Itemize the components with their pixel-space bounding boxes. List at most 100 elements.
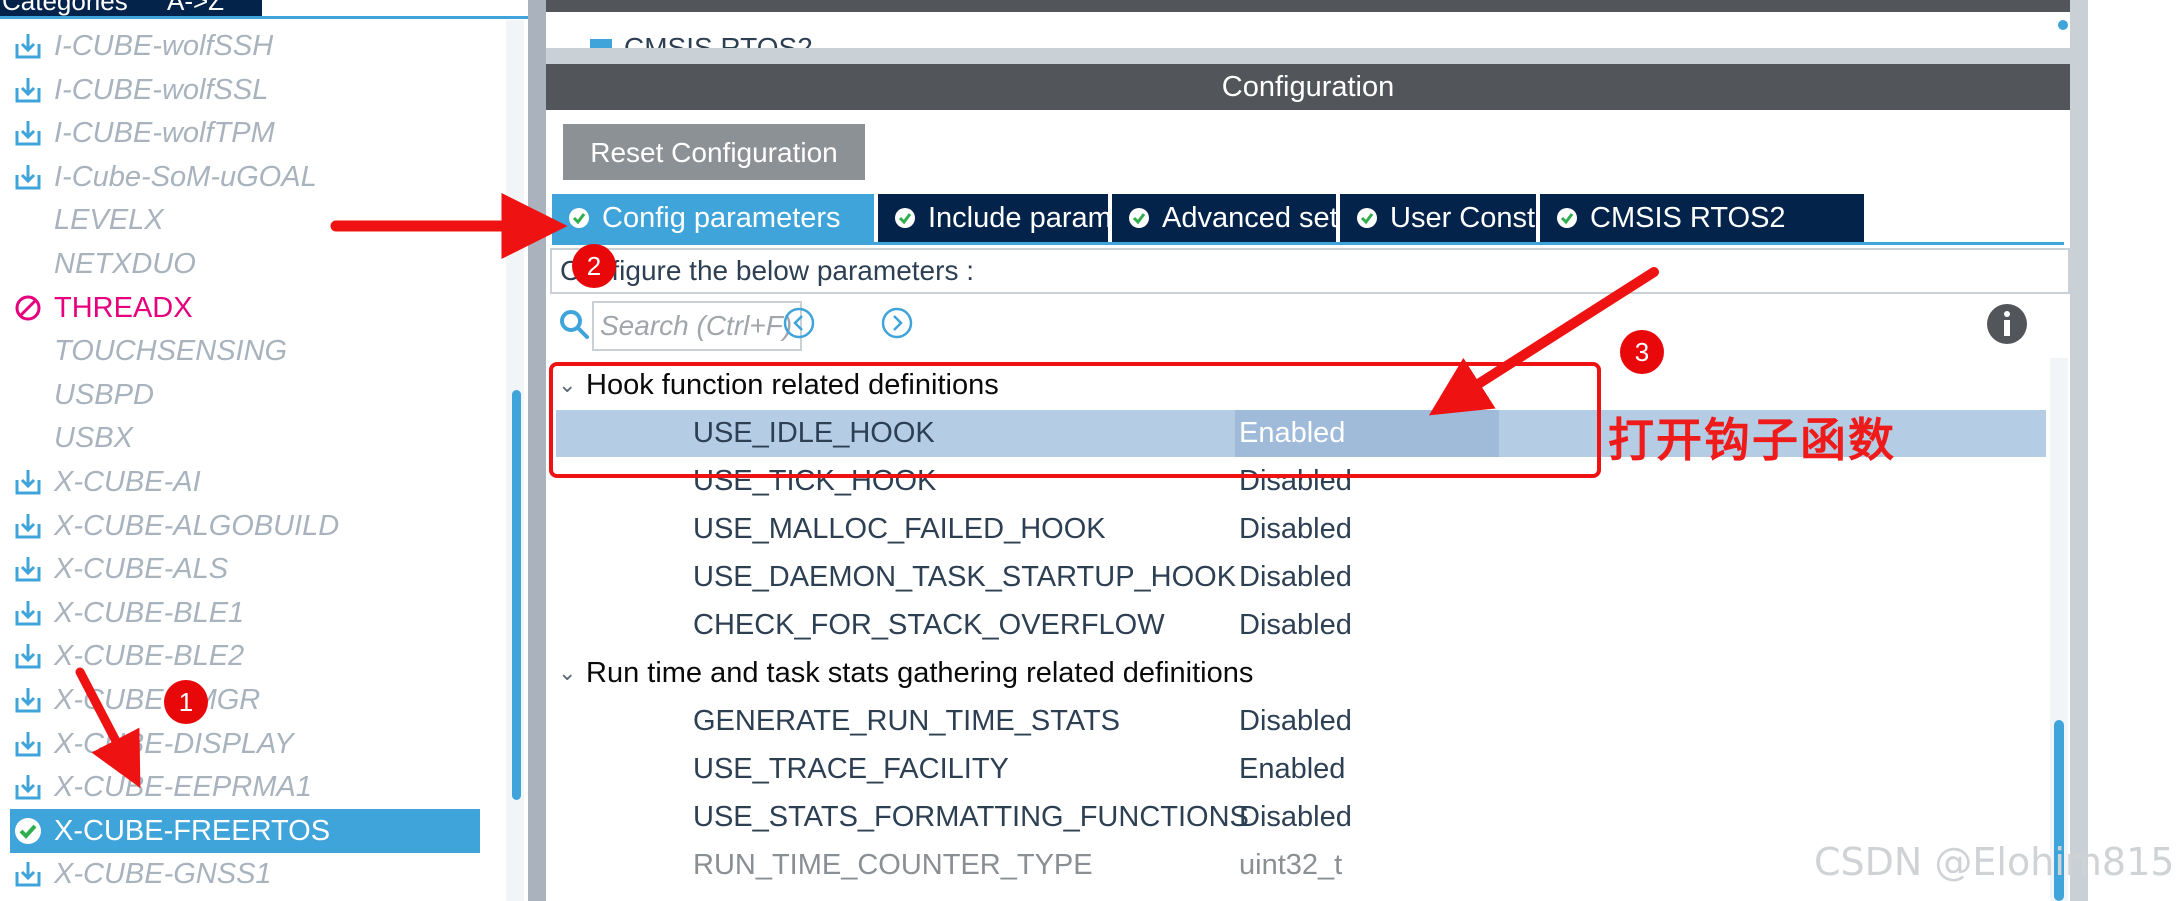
sidebar-item[interactable]: NETXDUO [10, 242, 480, 286]
mode-header-bar [546, 0, 2070, 12]
check-circle-icon [1129, 208, 1149, 228]
config-tabs: Config parameters Include parameters Advan… [552, 194, 2064, 242]
sidebar-item[interactable]: USBX [10, 416, 480, 460]
parameter-group-title: Run time and task stats gathering relate… [586, 657, 1254, 689]
parameter-row[interactable]: RUN_TIME_COUNTER_TYPE uint32_t [556, 842, 2046, 889]
config-tabs-underline [552, 242, 2064, 245]
tab-underline [0, 16, 528, 19]
parameter-name: USE_TICK_HOOK [693, 465, 937, 497]
mode-option-label: CMSIS RTOS2 [624, 34, 813, 48]
sidebar-item[interactable]: I-CUBE-wolfTPM [10, 111, 480, 155]
sidebar-item[interactable]: X-CUBE-ALGOBUILD [10, 504, 480, 548]
sidebar-item[interactable]: X-CUBE-BLE2 [10, 634, 480, 678]
download-icon [15, 557, 41, 582]
parameter-row[interactable]: USE_IDLE_HOOK Enabled [556, 410, 2046, 457]
sidebar-item-label: LEVELX [54, 204, 164, 236]
sidebar-item[interactable]: X-CUBE-FREERTOS [10, 809, 480, 853]
parameter-value[interactable]: Disabled [1239, 794, 1352, 841]
sidebar-item[interactable]: X-CUBE-EMGR [10, 678, 480, 722]
parameter-group-title: Hook function related definitions [586, 369, 999, 401]
check-circle-icon [895, 208, 915, 228]
sidebar-item[interactable]: I-CUBE-wolfSSL [10, 68, 480, 112]
sidebar-scrollbar-thumb[interactable] [512, 390, 521, 800]
sidebar-item[interactable]: THREADX [10, 286, 480, 330]
sidebar-item-label: X-CUBE-DISPLAY [54, 728, 294, 760]
sidebar-item[interactable]: LEVELX [10, 198, 480, 242]
download-icon [15, 644, 41, 669]
parameter-value[interactable]: Disabled [1239, 458, 1352, 505]
parameter-value[interactable]: Disabled [1239, 554, 1352, 601]
parameter-value[interactable]: Disabled [1239, 602, 1352, 649]
parameter-name: USE_STATS_FORMATTING_FUNCTIONS [693, 801, 1249, 833]
sidebar-tabs: Categories A->Z [0, 0, 528, 19]
sidebar-item[interactable]: TOUCHSENSING [10, 329, 480, 373]
tab-config[interactable]: Include parameters [878, 194, 1176, 242]
download-icon [15, 601, 41, 626]
tab-config[interactable]: Advanced settings [1112, 194, 1399, 242]
reset-configuration-button[interactable]: Reset Configuration [563, 124, 865, 180]
parameter-group[interactable]: ⌄ Run time and task stats gathering relat… [556, 650, 2046, 696]
parameter-name: USE_MALLOC_FAILED_HOOK [693, 513, 1106, 545]
parameter-scrollbar-thumb[interactable] [2054, 720, 2064, 901]
search-icon [560, 310, 589, 339]
sidebar-item-label: X-CUBE-GNSS1 [54, 858, 272, 890]
parameter-row[interactable]: USE_DAEMON_TASK_STARTUP_HOOK Disabled [556, 554, 2046, 601]
mode-checkbox[interactable] [590, 38, 612, 48]
parameter-value[interactable]: Enabled [1235, 410, 1499, 457]
tab-config[interactable]: Config parameters [552, 194, 874, 242]
tab-config[interactable]: User Constants [1340, 194, 1590, 242]
sidebar-item-label: I-CUBE-wolfSSL [54, 74, 269, 106]
window-border [2070, 0, 2088, 901]
tab-categories[interactable]: Categories [0, 0, 157, 16]
sidebar-item-label: TOUCHSENSING [54, 335, 288, 367]
parameter-row[interactable]: USE_MALLOC_FAILED_HOOK Disabled [556, 506, 2046, 553]
parameter-row[interactable]: CHECK_FOR_STACK_OVERFLOW Disabled [556, 602, 2046, 649]
download-icon [15, 121, 41, 146]
instruction-text: Configure the below parameters : [560, 255, 974, 286]
parameter-row[interactable]: GENERATE_RUN_TIME_STATS Disabled [556, 698, 2046, 745]
sidebar-item[interactable]: USBPD [10, 373, 480, 417]
tab-label: CMSIS RTOS2 [1590, 202, 1786, 234]
sidebar-item-label: THREADX [54, 292, 193, 324]
chevron-down-icon[interactable]: ⌄ [558, 650, 578, 696]
panel-divider[interactable] [528, 0, 546, 901]
sidebar-item-label: I-CUBE-wolfSSH [54, 30, 274, 62]
next-match-icon[interactable] [880, 306, 914, 340]
parameter-value[interactable]: Disabled [1239, 506, 1352, 553]
parameter-row[interactable]: USE_TRACE_FACILITY Enabled [556, 746, 2046, 793]
sidebar-item[interactable]: X-CUBE-AI [10, 460, 480, 504]
main-panel: CMSIS RTOS2 Configuration Reset Configur… [546, 0, 2070, 901]
sidebar-item[interactable]: X-CUBE-GNSS1 [10, 852, 480, 896]
sidebar-item-label: X-CUBE-EMGR [54, 684, 261, 716]
section-divider[interactable] [546, 48, 2070, 64]
parameter-value[interactable]: uint32_t [1239, 842, 1342, 889]
check-circle-icon [15, 818, 41, 844]
tab-config[interactable]: CMSIS RTOS2 [1540, 194, 1864, 242]
sidebar-item[interactable]: X-CUBE-ALS [10, 547, 480, 591]
parameter-value[interactable]: Disabled [1239, 698, 1352, 745]
tab-a-z[interactable]: A->Z [157, 0, 262, 16]
info-icon[interactable] [1986, 303, 2028, 345]
check-circle-icon [1357, 208, 1377, 228]
sidebar-item-label: X-CUBE-BLE2 [54, 640, 245, 672]
sidebar-item-label: USBPD [54, 379, 154, 411]
sidebar-item[interactable]: I-Cube-SoM-uGOAL [10, 155, 480, 199]
sidebar-item[interactable]: X-CUBE-DISPLAY [10, 722, 480, 766]
chevron-down-icon[interactable]: ⌄ [558, 362, 578, 408]
search-input[interactable] [592, 301, 802, 351]
previous-match-icon[interactable] [782, 306, 816, 340]
mode-option[interactable]: CMSIS RTOS2 [590, 34, 813, 48]
sidebar-item[interactable]: X-CUBE-BLE1 [10, 591, 480, 635]
download-icon [15, 514, 41, 539]
download-icon [15, 470, 41, 495]
configuration-header: Configuration [546, 64, 2070, 110]
parameter-group[interactable]: ⌄ Hook function related definitions [556, 362, 2046, 408]
sidebar-item[interactable]: I-CUBE-wolfSSH [10, 24, 480, 68]
parameter-value[interactable]: Enabled [1239, 746, 1345, 793]
parameter-name: RUN_TIME_COUNTER_TYPE [693, 849, 1093, 881]
sidebar-item[interactable]: X-CUBE-EEPRMA1 [10, 765, 480, 809]
parameter-row[interactable]: USE_TICK_HOOK Disabled [556, 458, 2046, 505]
download-icon [15, 78, 41, 103]
parameter-row[interactable]: USE_STATS_FORMATTING_FUNCTIONS Disabled [556, 794, 2046, 841]
components-sidebar: Categories A->Z I-CUBE-wolfSSH I-CUBE-wol… [0, 0, 528, 901]
